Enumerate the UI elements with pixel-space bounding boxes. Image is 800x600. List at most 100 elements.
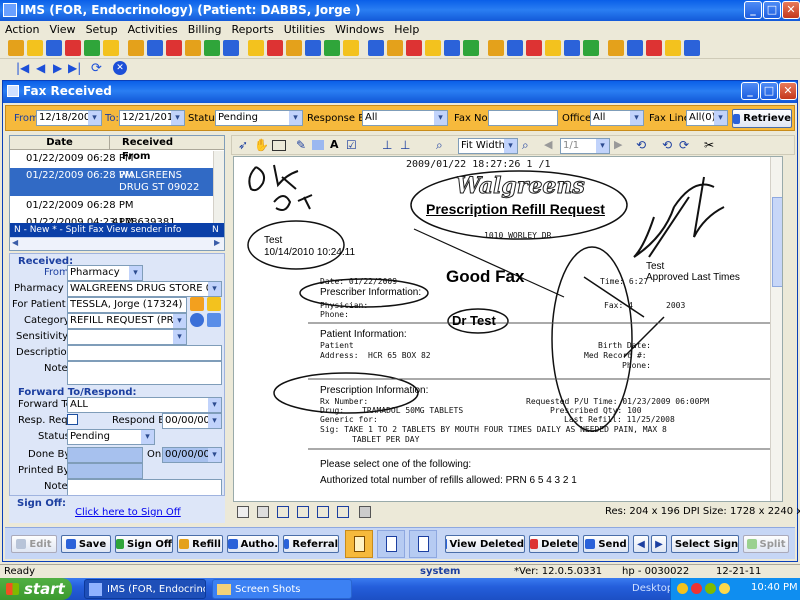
- toolbar-tool-icon[interactable]: [646, 40, 662, 56]
- toolbar-tool-icon[interactable]: [463, 40, 479, 56]
- menu-action[interactable]: Action: [0, 21, 44, 37]
- split-tool-icon[interactable]: ✂: [704, 138, 714, 152]
- pharmacy-select[interactable]: WALGREENS DRUG STORE 09022: [67, 281, 222, 297]
- menu-reports[interactable]: Reports: [227, 21, 279, 37]
- from-source-select[interactable]: Pharmacy: [67, 265, 143, 281]
- fit-height-icon[interactable]: [317, 506, 329, 518]
- desktop-toolbar-label[interactable]: Desktop: [632, 583, 673, 594]
- rotate-right-icon[interactable]: ⟳: [679, 138, 689, 152]
- actual-size-icon[interactable]: [337, 506, 349, 518]
- stamp-icon[interactable]: ⊥: [382, 138, 392, 152]
- page-select[interactable]: 1/1: [560, 138, 610, 154]
- category-add-icon[interactable]: [190, 313, 204, 327]
- sign-off-button[interactable]: Sign Off: [115, 535, 173, 553]
- layout-button-2[interactable]: [377, 530, 405, 558]
- status-filter-select[interactable]: Pending: [215, 110, 303, 126]
- prev-page-icon[interactable]: ◀: [544, 138, 552, 151]
- done-on-input[interactable]: 00/00/0000: [162, 447, 222, 463]
- rotate-left-icon[interactable]: ⟲: [662, 138, 672, 152]
- menu-view[interactable]: View: [44, 21, 80, 37]
- from-date-input[interactable]: 12/18/2007: [36, 110, 102, 126]
- toolbar-tool-icon[interactable]: [444, 40, 460, 56]
- toolbar-tool-icon[interactable]: [564, 40, 580, 56]
- next-page-icon[interactable]: ▶: [614, 138, 622, 151]
- col-header-received-from[interactable]: Received From: [110, 136, 200, 162]
- pan-hand-icon[interactable]: ✋: [254, 138, 269, 152]
- fax-line-select[interactable]: All(0): [686, 110, 728, 126]
- toolbar-tool-icon[interactable]: [665, 40, 681, 56]
- thumbnail-icon[interactable]: [257, 506, 269, 518]
- send-button[interactable]: Send: [583, 535, 629, 553]
- patient-add-icon[interactable]: [207, 297, 221, 311]
- to-date-input[interactable]: 12/21/2011: [119, 110, 185, 126]
- toolbar-tool-icon[interactable]: [343, 40, 359, 56]
- fax-minimize-button[interactable]: _: [741, 82, 759, 100]
- toolbar-tool-icon[interactable]: [368, 40, 384, 56]
- menu-billing[interactable]: Billing: [183, 21, 227, 37]
- fax-close-button[interactable]: ✕: [779, 82, 797, 100]
- referral-button[interactable]: Referral: [283, 535, 339, 553]
- toolbar-tool-icon[interactable]: [526, 40, 542, 56]
- done-by-input[interactable]: [67, 447, 143, 463]
- table-row-selected[interactable]: 01/22/2009 06:28 PM WALGREENS DRUG ST 09…: [10, 168, 213, 196]
- last-record-icon[interactable]: ▶|: [68, 61, 81, 75]
- tray-icon[interactable]: [677, 583, 688, 594]
- description-input[interactable]: [67, 345, 222, 361]
- pen-icon[interactable]: ✎: [296, 138, 306, 152]
- toolbar-tool-icon[interactable]: [128, 40, 144, 56]
- table-row[interactable]: 01/22/2009 06:28 PM: [10, 198, 213, 214]
- toolbar-tool-icon[interactable]: [583, 40, 599, 56]
- toolbar-tool-icon[interactable]: [286, 40, 302, 56]
- toolbar-tool-icon[interactable]: [8, 40, 24, 56]
- respond-by-input[interactable]: 00/00/0000: [162, 413, 222, 429]
- split-button[interactable]: Split: [743, 535, 789, 553]
- rotate-icon[interactable]: ⟲: [636, 138, 646, 152]
- toolbar-tool-icon[interactable]: [305, 40, 321, 56]
- check-icon[interactable]: ☑: [346, 138, 357, 152]
- fit-width-icon[interactable]: [297, 506, 309, 518]
- print-icon[interactable]: [359, 506, 371, 518]
- prev-fax-button[interactable]: ◀: [633, 535, 649, 553]
- menu-help[interactable]: Help: [389, 21, 424, 37]
- magnifier-icon[interactable]: ⌕: [436, 138, 443, 153]
- close-button[interactable]: ✕: [782, 1, 800, 19]
- zoom-in-icon[interactable]: ⌕: [522, 138, 529, 153]
- minimize-button[interactable]: _: [744, 1, 762, 19]
- sign-icon[interactable]: ⊥: [400, 138, 410, 152]
- autho-button[interactable]: Autho.: [227, 535, 279, 553]
- stop-icon[interactable]: ✕: [113, 61, 127, 75]
- toolbar-tool-icon[interactable]: [248, 40, 264, 56]
- edit-button[interactable]: Edit: [11, 535, 57, 553]
- toolbar-tool-icon[interactable]: [507, 40, 523, 56]
- list-legend[interactable]: N - New * - Split Fax View sender info: [14, 225, 181, 235]
- next-fax-button[interactable]: ▶: [651, 535, 667, 553]
- layout-button-1[interactable]: [345, 530, 373, 558]
- signoff-link[interactable]: Click here to Sign Off: [75, 507, 181, 518]
- maximize-button[interactable]: □: [763, 1, 781, 19]
- toolbar-tool-icon[interactable]: [204, 40, 220, 56]
- toolbar-tool-icon[interactable]: [387, 40, 403, 56]
- forward-to-select[interactable]: ALL: [67, 397, 222, 413]
- status-select[interactable]: Pending: [67, 429, 155, 445]
- tray-icon[interactable]: [691, 583, 702, 594]
- resp-req-checkbox[interactable]: [67, 414, 78, 425]
- taskbar-ims-item[interactable]: IMS (FOR, Endocrinol...: [84, 579, 206, 599]
- fax-no-input[interactable]: [488, 110, 558, 126]
- toolbar-tool-icon[interactable]: [27, 40, 43, 56]
- note-textarea[interactable]: [67, 361, 222, 385]
- toolbar-tool-icon[interactable]: [46, 40, 62, 56]
- toolbar-tool-icon[interactable]: [545, 40, 561, 56]
- list-hscrollbar[interactable]: ◀ ▶: [10, 237, 224, 250]
- col-header-date[interactable]: Date: [10, 136, 110, 149]
- prev-record-icon[interactable]: ◀: [36, 61, 45, 75]
- toolbar-tool-icon[interactable]: [684, 40, 700, 56]
- view-deleted-button[interactable]: View Deleted: [445, 535, 525, 553]
- response-by-select[interactable]: All: [362, 110, 448, 126]
- office-select[interactable]: All: [590, 110, 644, 126]
- list-vscrollbar[interactable]: [213, 151, 224, 223]
- table-row[interactable]: 01/22/2009 06:28 PM: [10, 151, 213, 167]
- toolbar-tool-icon[interactable]: [147, 40, 163, 56]
- layout-button-3[interactable]: [409, 530, 437, 558]
- start-button[interactable]: start: [0, 578, 72, 600]
- menu-setup[interactable]: Setup: [81, 21, 123, 37]
